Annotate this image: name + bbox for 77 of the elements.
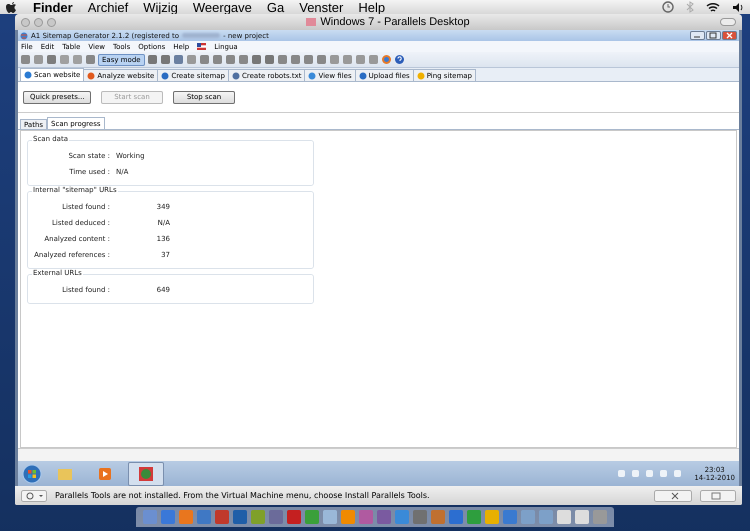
menu-item[interactable]: Help (358, 0, 386, 14)
dock-icon[interactable] (322, 509, 338, 525)
help-icon[interactable] (394, 54, 405, 65)
menu-item[interactable]: Wijzig (143, 0, 178, 14)
view-button[interactable] (700, 490, 736, 502)
window-icon (306, 18, 316, 26)
dock-icon[interactable] (268, 509, 284, 525)
toolbar-icon[interactable] (250, 54, 262, 65)
dock-icon[interactable] (574, 509, 590, 525)
dock-icon[interactable] (214, 509, 230, 525)
toolbar-icon[interactable] (186, 54, 197, 65)
tab-icon (232, 72, 240, 80)
wifi-icon[interactable] (706, 2, 720, 12)
dock-icon[interactable] (556, 509, 572, 525)
minimize-button[interactable] (690, 31, 705, 40)
dock-icon[interactable] (538, 509, 554, 525)
close-button[interactable] (722, 31, 737, 40)
toolbar-icon[interactable] (172, 54, 184, 65)
tab-icon (308, 72, 316, 80)
dock-icon[interactable] (520, 509, 536, 525)
menu-item[interactable]: Weergave (192, 0, 252, 14)
dock-icon[interactable] (448, 509, 464, 525)
clock-icon[interactable] (662, 1, 674, 13)
app-globe-icon (20, 32, 28, 40)
toolbar-icon[interactable] (302, 54, 314, 65)
window-title: Windows 7 - Parallels Desktop (320, 16, 470, 28)
toolbar-icon[interactable] (354, 54, 366, 65)
toolbar-icon[interactable] (368, 54, 379, 65)
toolbar-icon[interactable] (72, 54, 83, 65)
tab-icon (358, 72, 367, 80)
tab-icon (416, 72, 425, 80)
toolbar-icon[interactable] (198, 54, 210, 65)
toolbar-icon[interactable] (290, 54, 301, 65)
dock-icon[interactable] (592, 509, 608, 525)
tab-icon (161, 72, 170, 80)
toolbar-icon[interactable] (85, 54, 96, 65)
menu-item[interactable]: Archief (88, 0, 128, 14)
tab-icon (87, 72, 96, 80)
tools-button[interactable] (654, 490, 692, 502)
close-button[interactable] (21, 18, 30, 26)
dock-icon[interactable] (376, 509, 392, 525)
toolbar-icon[interactable] (224, 54, 236, 65)
zoom-button[interactable] (47, 18, 56, 26)
power-button[interactable] (21, 490, 47, 502)
dock-icon[interactable] (412, 509, 428, 525)
taskbar-button[interactable] (128, 462, 164, 486)
start-button[interactable] (22, 464, 42, 484)
toolbar-icon[interactable] (328, 54, 340, 65)
toolbar-icon[interactable] (20, 54, 31, 65)
toolbar-icon[interactable] (33, 54, 44, 65)
tab-icon (24, 71, 32, 79)
toolbar-icon[interactable] (212, 54, 223, 65)
dock-icon[interactable] (286, 509, 302, 525)
bluetooth-icon[interactable] (686, 1, 694, 13)
dock-icon[interactable] (502, 509, 518, 525)
toolbar-icon[interactable] (59, 54, 70, 65)
maximize-button[interactable] (706, 31, 721, 40)
dock-icon[interactable] (484, 509, 500, 525)
toolbar-toggle-button[interactable] (720, 18, 736, 26)
apple-icon[interactable] (6, 0, 18, 14)
menu-item[interactable]: Ga (266, 0, 284, 14)
toolbar-icon[interactable] (46, 54, 57, 65)
dock-icon[interactable] (340, 509, 356, 525)
toolbar-icon[interactable] (316, 54, 327, 65)
dock-icon[interactable] (196, 509, 212, 525)
toolbar-icon[interactable] (238, 54, 249, 65)
toolbar-icon[interactable] (146, 54, 158, 65)
toolbar-icon[interactable] (276, 54, 288, 65)
dock-icon[interactable] (232, 509, 248, 525)
dock-icon[interactable] (358, 509, 374, 525)
status-message: Parallels Tools are not installed. From the Virtual Machine menu, choose Install Parallels Tools. (55, 491, 431, 500)
menu-item[interactable]: Venster (299, 0, 344, 14)
toolbar-icon[interactable] (160, 54, 171, 65)
dock-icon[interactable] (160, 509, 176, 525)
toolbar-icon[interactable] (342, 54, 353, 65)
menu-item[interactable]: Finder (33, 0, 73, 14)
toolbar-icon[interactable] (264, 54, 275, 65)
